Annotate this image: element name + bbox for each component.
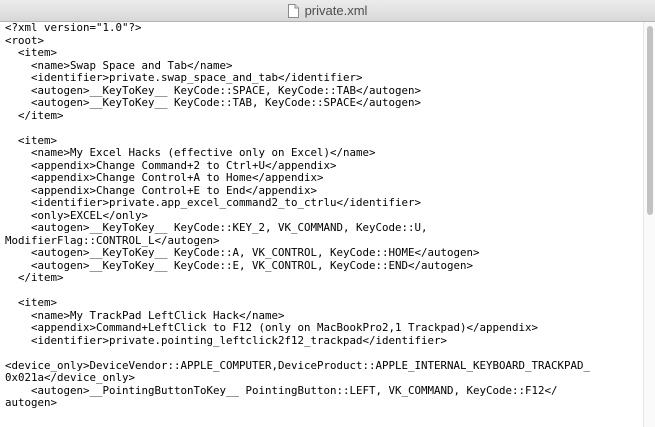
code-line: <identifier>private.app_excel_command2_t… xyxy=(5,196,422,209)
code-line: <appendix>Command+LeftClick to F12 (only… xyxy=(5,321,539,334)
code-line: </item> xyxy=(5,108,64,122)
window-title: private.xml xyxy=(304,3,368,18)
code-line: <autogen>__KeyToKey__ KeyCode::TAB, KeyC… xyxy=(5,96,422,109)
title-bar[interactable]: private.xml xyxy=(0,0,655,22)
text-editor-window: private.xml <?xml version="1.0"?> <root> … xyxy=(0,0,655,427)
vertical-scrollbar[interactable] xyxy=(643,22,655,427)
document-icon xyxy=(287,4,299,18)
code-line: <identifier>private.pointing_leftclick2f… xyxy=(5,333,448,347)
code-line: <autogen>__KeyToKey__ KeyCode::E, VK_CON… xyxy=(5,258,474,272)
code-line: <autogen>__PointingButtonToKey__ Pointin… xyxy=(5,383,558,397)
code-line: <?xml version="1.0"?> xyxy=(5,22,142,34)
scrollbar-thumb[interactable] xyxy=(647,26,653,215)
xml-source-text[interactable]: <?xml version="1.0"?> <root> <item> <name… xyxy=(0,22,643,410)
code-line: <identifier>private.swap_space_and_tab</… xyxy=(5,71,363,84)
code-line: 0x021a</device_only> xyxy=(5,371,136,384)
code-line: <autogen>__KeyToKey__ KeyCode::KEY_2, VK… xyxy=(5,221,428,234)
code-line: <root> xyxy=(5,33,45,47)
code-line: autogen> xyxy=(5,396,58,409)
code-line: <appendix>Change Control+A to Home</appe… xyxy=(5,171,324,184)
text-area[interactable]: <?xml version="1.0"?> <root> <item> <name… xyxy=(0,22,643,427)
code-line: </item> xyxy=(5,271,64,284)
title-group: private.xml xyxy=(0,0,655,22)
code-line: <name>My Excel Hacks (effective only on … xyxy=(5,146,376,159)
code-line: <item> xyxy=(5,46,58,59)
code-line: <autogen>__KeyToKey__ KeyCode::A, VK_CON… xyxy=(5,246,480,259)
code-line: <item> xyxy=(5,296,58,309)
